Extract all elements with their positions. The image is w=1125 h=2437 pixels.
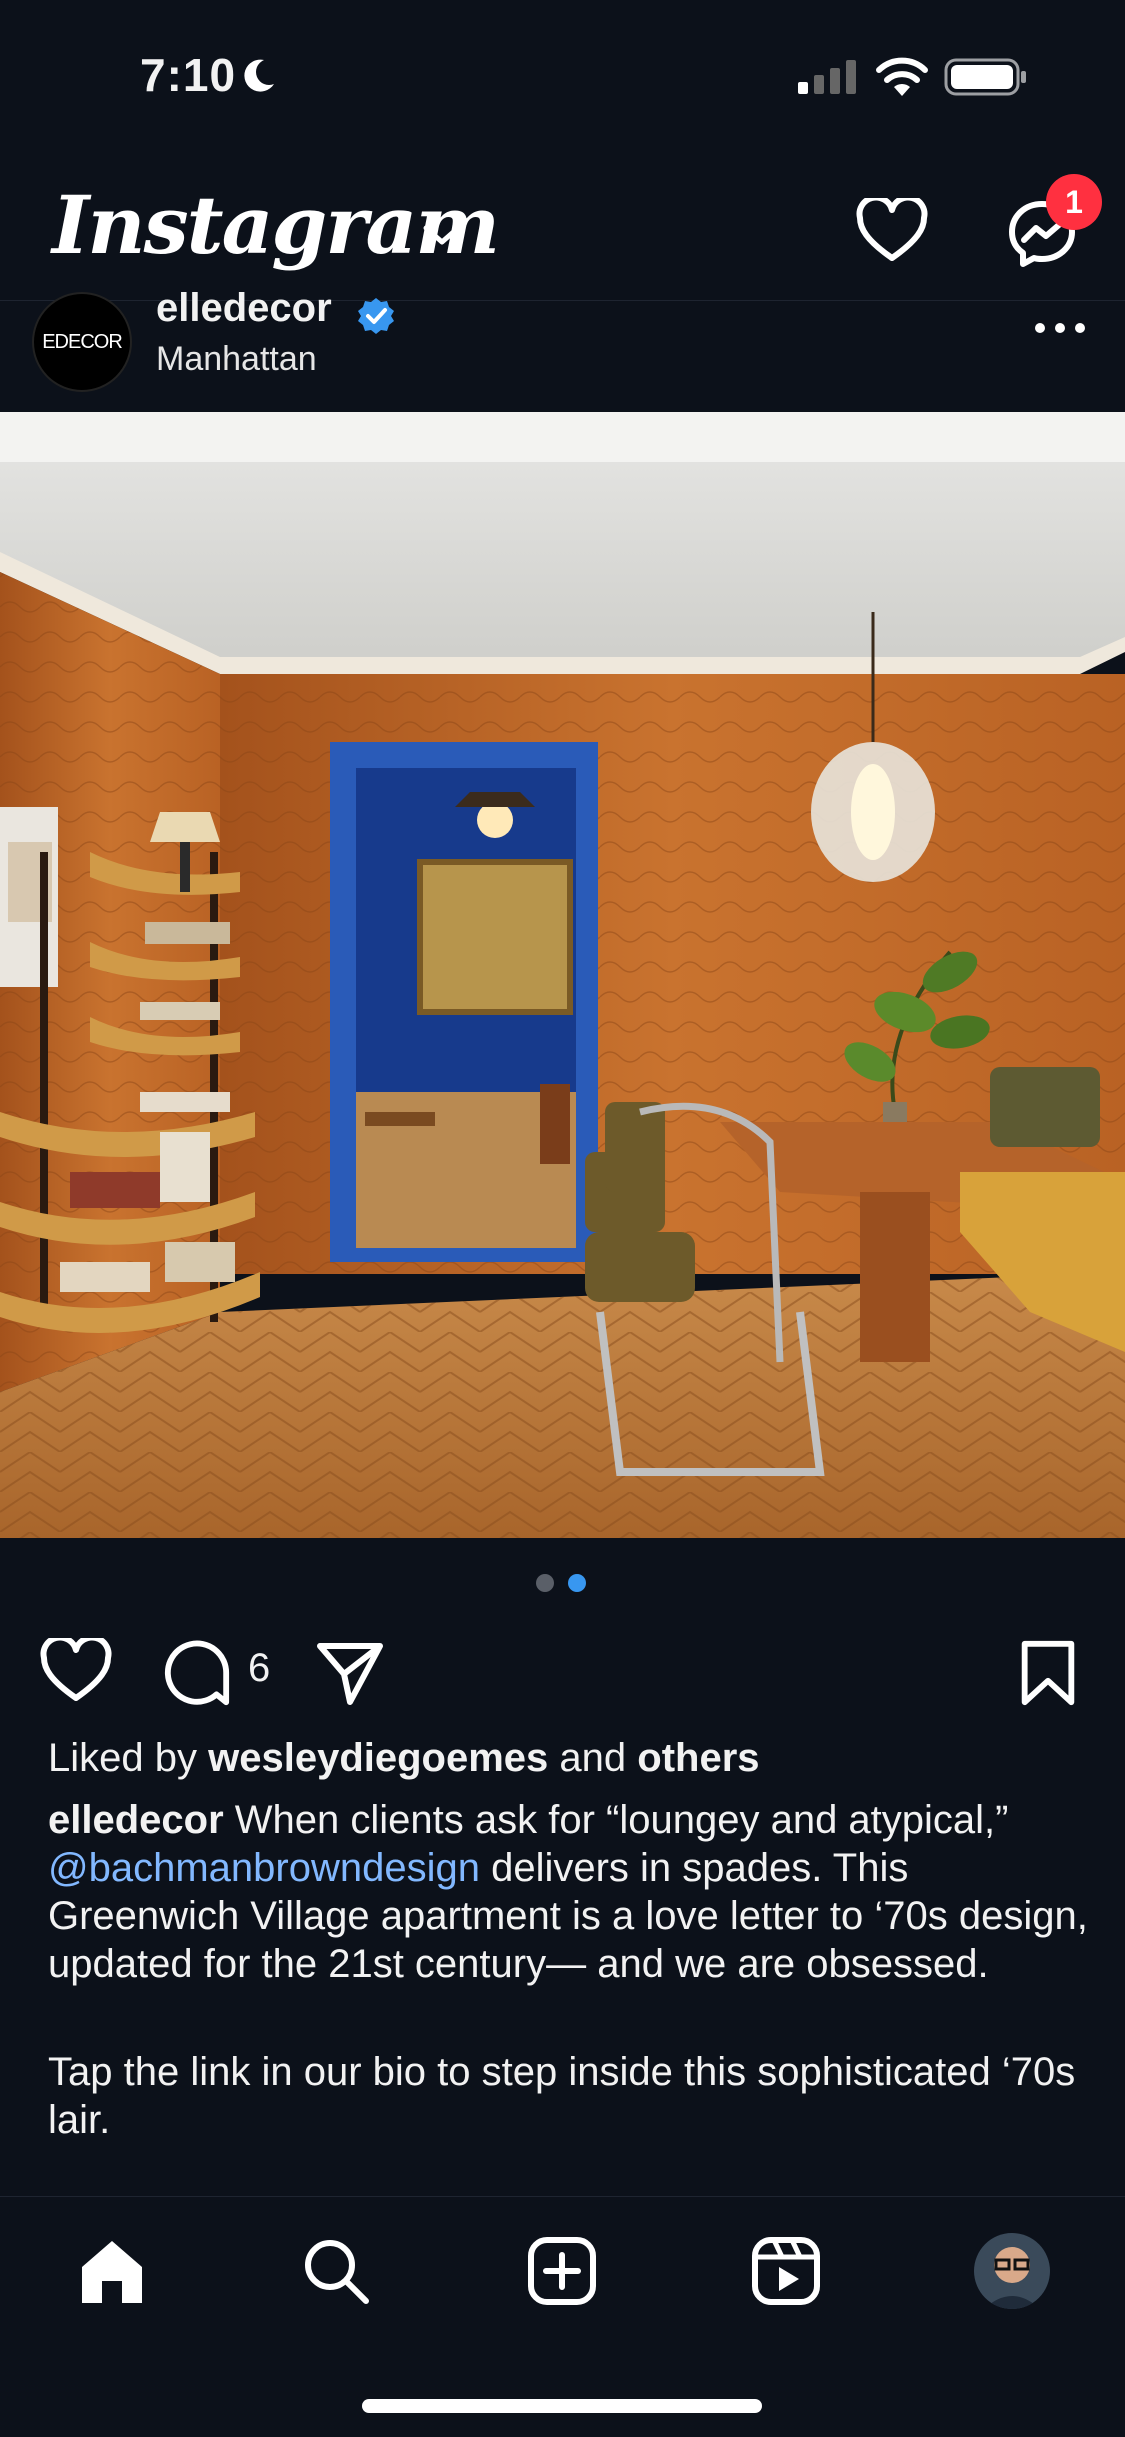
post-actions: 6 xyxy=(0,1624,1125,1724)
cellular-signal-icon xyxy=(798,60,856,94)
liked-by-and: and xyxy=(548,1736,638,1780)
post-image[interactable] xyxy=(0,412,1125,1538)
liked-by-line: Liked by wesleydiegoemes and others xyxy=(48,1736,760,1781)
post-header: EDECOR elledecor Manhattan xyxy=(0,286,1125,412)
post-location[interactable]: Manhattan xyxy=(156,340,317,379)
post-caption: elledecor When clients ask for “loungey … xyxy=(48,1796,1088,2144)
search-icon[interactable] xyxy=(300,2235,372,2307)
interior-photo xyxy=(0,412,1125,1538)
notification-badge: 1 xyxy=(1046,174,1102,230)
save-bookmark-icon[interactable] xyxy=(1018,1638,1078,1708)
profile-avatar[interactable] xyxy=(974,2233,1050,2309)
caption-paragraph: elledecor When clients ask for “loungey … xyxy=(48,1796,1088,1988)
like-heart-icon[interactable] xyxy=(40,1638,112,1704)
liked-by-prefix: Liked by xyxy=(48,1736,209,1780)
liked-by-others[interactable]: others xyxy=(637,1736,759,1780)
carousel-indicator xyxy=(536,1574,596,1594)
battery-icon xyxy=(944,58,1026,96)
caption-paragraph-2: Tap the link in our bio to step inside t… xyxy=(48,2050,1076,2142)
status-time: 7:10 xyxy=(140,49,237,101)
moon-icon xyxy=(244,59,274,92)
comment-count[interactable]: 6 xyxy=(248,1646,270,1691)
comment-icon[interactable] xyxy=(162,1638,232,1708)
wifi-icon xyxy=(876,57,928,96)
caption-username[interactable]: elledecor xyxy=(48,1798,224,1842)
verified-badge-icon xyxy=(358,298,394,334)
caption-text: When clients ask for “loungey and atypic… xyxy=(223,1798,1009,1842)
reels-icon[interactable] xyxy=(750,2235,822,2307)
create-post-icon[interactable] xyxy=(526,2235,598,2307)
notifications-heart-icon[interactable] xyxy=(856,198,928,264)
post-username[interactable]: elledecor xyxy=(156,286,332,331)
home-indicator xyxy=(362,2399,762,2413)
carousel-dot xyxy=(536,1574,554,1592)
liked-by-user[interactable]: wesleydiegoemes xyxy=(208,1736,548,1780)
more-options-icon[interactable] xyxy=(1032,316,1088,340)
bottom-tab-bar xyxy=(0,2196,1125,2437)
share-icon[interactable] xyxy=(314,1638,386,1710)
app-header: Instagram 1 xyxy=(0,150,1125,301)
chevron-down-icon[interactable] xyxy=(420,220,464,250)
status-bar: 7:10 xyxy=(0,0,1125,150)
carousel-dot-active xyxy=(568,1574,586,1592)
post-avatar[interactable]: EDECOR xyxy=(32,292,132,392)
caption-mention-link[interactable]: @bachmanbrowndesign xyxy=(48,1846,480,1890)
home-icon[interactable] xyxy=(76,2235,148,2307)
profile-photo xyxy=(974,2233,1050,2309)
